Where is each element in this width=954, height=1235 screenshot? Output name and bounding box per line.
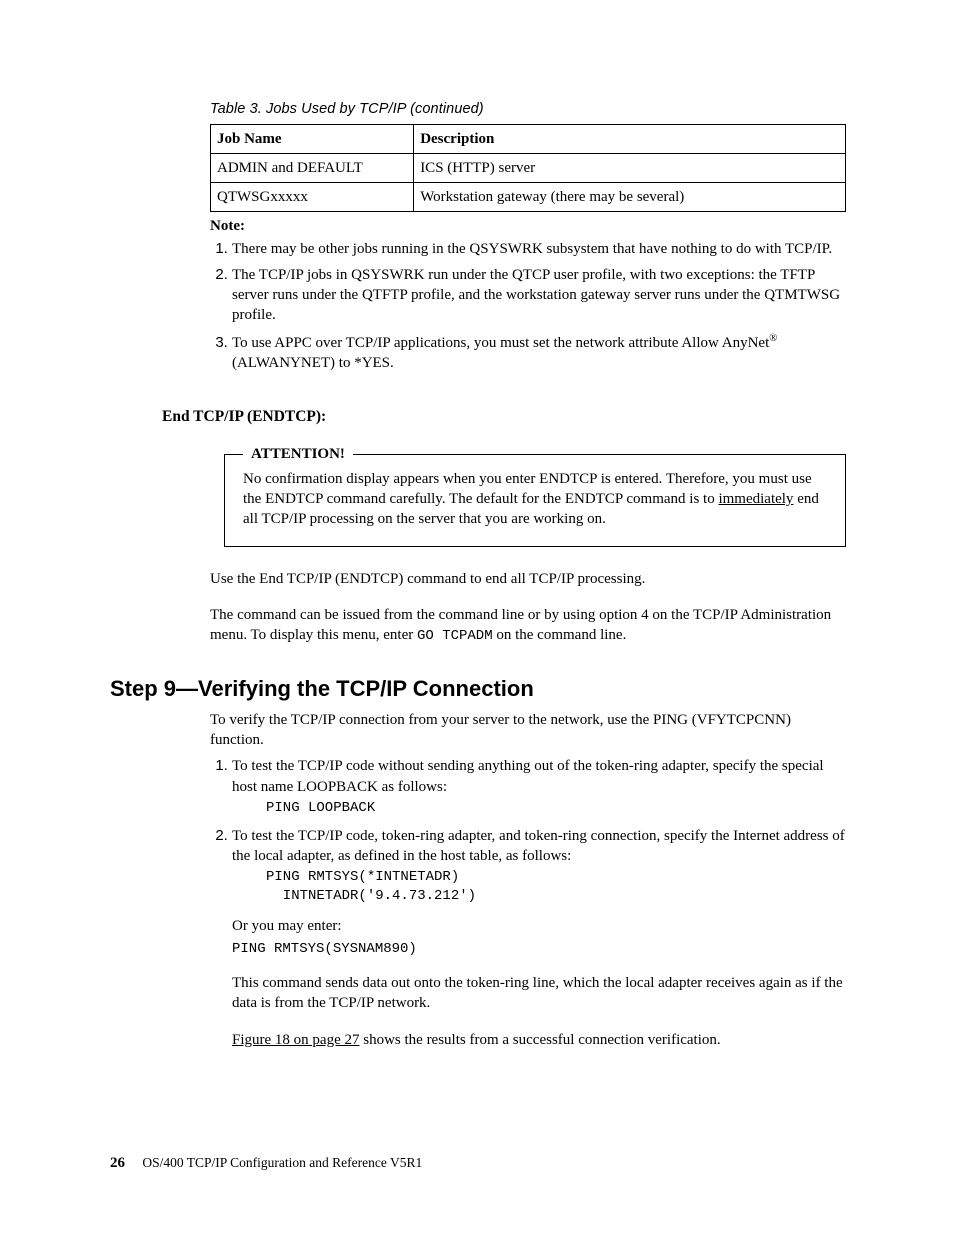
list-item: The TCP/IP jobs in QSYSWRK run under the…: [232, 265, 846, 326]
inline-code: GO TCPADM: [417, 628, 493, 644]
col-header-description: Description: [414, 124, 846, 153]
note-heading: Note:: [210, 216, 846, 236]
table-caption-continued: (continued): [406, 101, 484, 117]
attention-box: ATTENTION! No confirmation display appea…: [224, 454, 846, 547]
endtcp-heading: End TCP/IP (ENDTCP):: [162, 407, 846, 428]
page-footer: 26 OS/400 TCP/IP Configuration and Refer…: [110, 1153, 422, 1173]
note-item-text: There may be other jobs running in the Q…: [232, 241, 832, 257]
step-xref-para: Figure 18 on page 27 shows the results f…: [232, 1030, 846, 1050]
note-item-text: To use APPC over TCP/IP applications, yo…: [232, 335, 777, 371]
cell-description: Workstation gateway (there may be severa…: [414, 183, 846, 212]
code-block: PING RMTSYS(*INTNETADR) INTNETADR('9.4.7…: [266, 868, 846, 906]
list-item: There may be other jobs running in the Q…: [232, 239, 846, 259]
figure-xref-link[interactable]: Figure 18 on page 27: [232, 1032, 359, 1048]
col-header-jobname: Job Name: [211, 124, 414, 153]
jobs-table: Job Name Description ADMIN and DEFAULT I…: [210, 124, 846, 213]
xref-post-text: shows the results from a successful conn…: [359, 1032, 720, 1048]
attention-body: No confirmation display appears when you…: [243, 469, 827, 530]
step-explain: This command sends data out onto the tok…: [232, 973, 846, 1014]
code-block: PING LOOPBACK: [266, 799, 846, 818]
list-item: To test the TCP/IP code without sending …: [232, 756, 846, 817]
cell-jobname: ADMIN and DEFAULT: [211, 153, 414, 182]
attention-label: ATTENTION!: [243, 444, 353, 464]
step-or-text: Or you may enter:: [232, 916, 846, 936]
step-text: To test the TCP/IP code without sending …: [232, 758, 824, 794]
table-caption: Table 3. Jobs Used by TCP/IP (continued): [210, 100, 846, 120]
table-caption-text: Table 3. Jobs Used by TCP/IP: [210, 101, 406, 117]
table-row: QTWSGxxxxx Workstation gateway (there ma…: [211, 183, 846, 212]
para-text-post: on the command line.: [493, 627, 627, 643]
endtcp-para1: Use the End TCP/IP (ENDTCP) command to e…: [210, 569, 846, 589]
table-row: ADMIN and DEFAULT ICS (HTTP) server: [211, 153, 846, 182]
footer-title: OS/400 TCP/IP Configuration and Referenc…: [142, 1155, 422, 1170]
cell-jobname: QTWSGxxxxx: [211, 183, 414, 212]
attention-text-underline: immediately: [718, 491, 793, 507]
list-item: To test the TCP/IP code, token-ring adap…: [232, 826, 846, 1050]
endtcp-para2: The command can be issued from the comma…: [210, 605, 846, 646]
cell-description: ICS (HTTP) server: [414, 153, 846, 182]
step9-intro: To verify the TCP/IP connection from you…: [210, 710, 846, 751]
list-item: To use APPC over TCP/IP applications, yo…: [232, 332, 846, 374]
table-header-row: Job Name Description: [211, 124, 846, 153]
step9-list: To test the TCP/IP code without sending …: [210, 756, 846, 1050]
note-item-text: The TCP/IP jobs in QSYSWRK run under the…: [232, 267, 840, 324]
step-text: To test the TCP/IP code, token-ring adap…: [232, 828, 845, 864]
page-number: 26: [110, 1155, 125, 1171]
code-block: PING RMTSYS(SYSNAM890): [232, 940, 846, 959]
step9-heading: Step 9—Verifying the TCP/IP Connection: [110, 674, 846, 704]
note-list: There may be other jobs running in the Q…: [210, 239, 846, 374]
